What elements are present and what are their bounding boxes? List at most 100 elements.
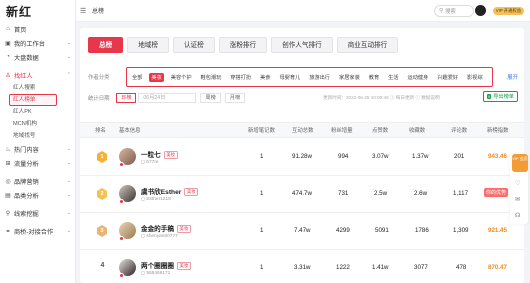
sidebar-item-label: 商桥-对接合作 <box>14 228 54 236</box>
lead-icon: ⚲ <box>5 210 11 217</box>
table-row[interactable]: 4 两个圈圈圈 美妆 ◻ 565469171 1 3.31w 1222 1.41w… <box>80 250 524 283</box>
sidebar-item-find-influencer[interactable]: ♙ 找红人 ⌃ <box>0 68 75 82</box>
breadcrumb: 总榜 <box>92 9 105 15</box>
headset-icon[interactable]: ☊ <box>515 212 520 219</box>
cell-interactions: 3.31w <box>294 264 311 271</box>
rank-medal: 2 <box>97 188 108 201</box>
sidebar-item-workbench[interactable]: ▣ 我的工作台 ⌄ <box>0 36 75 50</box>
category-travel[interactable]: 旅游出行 <box>307 73 332 82</box>
bridge-icon: ⚭ <box>5 228 11 235</box>
cell-comments: 1,309 <box>453 227 469 234</box>
tab-fans-growth[interactable]: 涨粉排行 <box>218 37 268 53</box>
rank-number: 4 <box>100 262 105 269</box>
ranking-panel: 总榜 地域榜 认证榜 涨粉排行 创作人气排行 商业互动排行 作者分类 全部 美妆… <box>80 28 524 283</box>
period-week[interactable]: 周榜 <box>200 93 221 103</box>
sidebar-item-category[interactable]: ▤ 品类分析 ⌄ <box>0 188 75 202</box>
cell-notes: 1 <box>260 190 264 197</box>
message-icon[interactable]: ✉ <box>515 196 520 203</box>
search-placeholder: 搜索 <box>445 9 456 15</box>
tab-verified[interactable]: 认证榜 <box>172 37 215 53</box>
sidebar-sub-region[interactable]: 地域找号 <box>0 130 75 142</box>
vip-float-button[interactable]: VIP 会员 <box>512 154 528 172</box>
chevron-down-icon: ⌄ <box>66 54 71 60</box>
cell-favorites: 1786 <box>415 227 429 234</box>
cell-favorites: 1.37w <box>412 153 429 160</box>
period-label: 统计日期 <box>88 96 110 102</box>
tab-creator-popularity[interactable]: 创作人气排行 <box>271 37 333 53</box>
col-comments[interactable]: 评论数 <box>451 123 467 139</box>
sidebar-item-brand[interactable]: ◎ 品牌营销 ⌄ <box>0 174 75 188</box>
date-picker[interactable]: 06月24日 <box>138 93 197 103</box>
collapse-sidebar-icon[interactable]: ☰ <box>80 7 92 15</box>
cell-comments: 1,117 <box>453 190 469 197</box>
export-button[interactable]: X 导出榜单 <box>482 91 518 102</box>
category-education[interactable]: 教育 <box>367 73 381 82</box>
col-interactions[interactable]: 互动总数 <box>292 123 314 139</box>
chevron-down-icon: ⌄ <box>66 40 71 46</box>
sidebar-sub-mcn[interactable]: MCN机构 <box>0 118 75 130</box>
favorite-icon[interactable]: ♡ <box>515 180 520 187</box>
col-score[interactable]: 新榜指数 <box>487 123 509 139</box>
category-parenting[interactable]: 母婴育儿 <box>277 73 302 82</box>
sidebar-sub-influencer-ranking[interactable]: 红人榜单 <box>9 94 57 106</box>
cell-likes: 2.5w <box>374 190 388 197</box>
sidebar-item-label: 大盘数据 <box>14 54 39 62</box>
influencer-name[interactable]: 两个圈圈圈 美妆 <box>141 260 191 270</box>
category-tag: 美妆 <box>163 151 178 159</box>
influencer-name[interactable]: 虞书欣Esther 美妆 <box>141 186 199 196</box>
tab-overall[interactable]: 总榜 <box>88 37 124 53</box>
category-fitness[interactable]: 运动健身 <box>406 73 431 82</box>
cell-comments: 478 <box>456 264 467 271</box>
cell-fans: 4299 <box>336 227 350 234</box>
tab-business-interaction[interactable]: 商业互动排行 <box>336 37 399 53</box>
tab-region[interactable]: 地域榜 <box>127 37 169 53</box>
workbench-icon: ▣ <box>5 40 11 47</box>
period-month[interactable]: 月榜 <box>224 93 246 103</box>
cell-favorites: 3077 <box>414 264 428 271</box>
category-beauty[interactable]: 美妆 <box>149 72 164 82</box>
influencer-name[interactable]: 金金的手稿 美妆 <box>141 223 191 233</box>
app-window: 新红 ⌂ 首页 ▣ 我的工作台 ⌄ ◔ 大盘数据 ⌄ ♙ 找红人 ⌃ 红人搜索 … <box>0 0 530 283</box>
period-day[interactable]: 日榜 <box>116 93 137 103</box>
avatar[interactable] <box>475 5 486 16</box>
category-home[interactable]: 家居家装 <box>337 73 362 82</box>
col-fans[interactable]: 粉丝增量 <box>331 123 353 139</box>
cell-interactions: 91.28w <box>292 153 312 160</box>
table-row[interactable]: 1 一粒七 美妆 ◻ b77re 1 91.28w 994 3.07w 1.37w… <box>80 139 524 176</box>
category-tag: 美妆 <box>176 262 191 270</box>
platform-badge-icon <box>119 162 124 167</box>
account-id: ◻ Esther1218 <box>141 197 171 202</box>
category-fashion[interactable]: 穿搭打扮 <box>228 73 253 82</box>
chevron-down-icon: ⌄ <box>66 210 71 216</box>
search-input[interactable]: ⚲ 搜索 <box>434 5 474 17</box>
sidebar-item-market-data[interactable]: ◔ 大盘数据 ⌄ <box>0 50 75 64</box>
sidebar-item-leads[interactable]: ⚲ 线索挖掘 ⌄ <box>0 206 75 220</box>
table-row[interactable]: 2 虞书欣Esther 美妆 ◻ Esther1218 1 474.7w 731 … <box>80 176 524 213</box>
cell-likes: 5091 <box>375 227 389 234</box>
col-likes[interactable]: 点赞数 <box>372 123 388 139</box>
platform-badge-icon <box>119 199 124 204</box>
category-personal-care[interactable]: 美容个护 <box>169 73 194 82</box>
sidebar-sub-influencer-search[interactable]: 红人搜索 <box>0 82 75 94</box>
advantage-badge[interactable]: 你的优势 <box>484 188 509 197</box>
table-row[interactable]: 3 金金的手稿 美妆 ◻ shenyan00777 1 7.47w 4299 50… <box>80 213 524 250</box>
sidebar-item-hot-content[interactable]: ♨ 热门内容 ⌄ <box>0 142 75 156</box>
vip-badge[interactable]: VIP 开通权益 <box>492 7 524 15</box>
category-hobby[interactable]: 兴趣爱好 <box>435 73 460 82</box>
category-food[interactable]: 美食 <box>258 73 272 82</box>
sidebar-item-traffic[interactable]: ⊞ 流量分析 ⌄ <box>0 156 75 170</box>
sidebar-sub-influencer-pk[interactable]: 红人PK <box>0 106 75 118</box>
app-logo[interactable]: 新红 <box>0 0 75 22</box>
category-shoes-bags[interactable]: 鞋包潮玩 <box>199 73 224 82</box>
category-life[interactable]: 生活 <box>386 73 400 82</box>
sidebar-item-bridge[interactable]: ⚭ 商桥-对接合作 ⌄ <box>0 224 75 238</box>
expand-link[interactable]: 展开 <box>507 73 518 81</box>
category-all[interactable]: 全部 <box>130 73 144 82</box>
fire-icon: ♨ <box>5 146 11 153</box>
sidebar-item-home[interactable]: ⌂ 首页 <box>0 22 75 36</box>
cell-likes: 3.07w <box>372 153 389 160</box>
influencer-name[interactable]: 一粒七 美妆 <box>141 149 178 159</box>
col-favorites[interactable]: 收藏数 <box>409 123 425 139</box>
category-film[interactable]: 影视综 <box>465 73 485 82</box>
col-notes[interactable]: 新增笔记数 <box>248 123 275 139</box>
